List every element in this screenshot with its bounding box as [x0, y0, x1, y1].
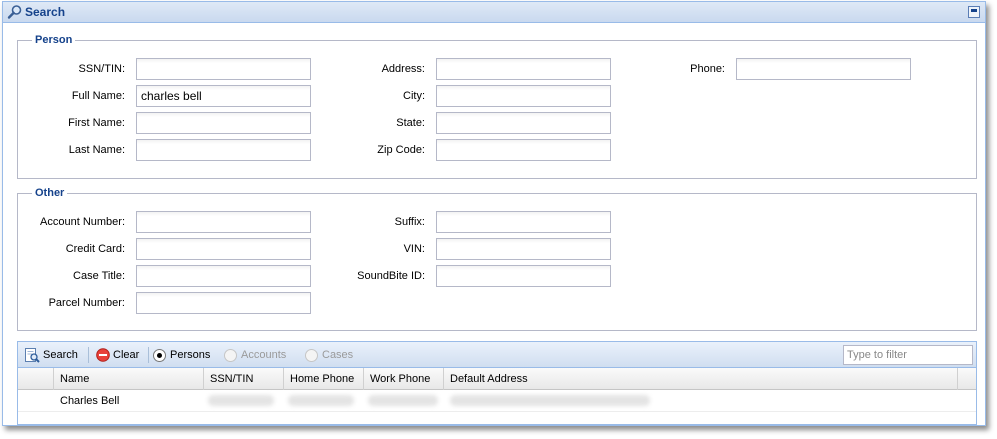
phone-label: Phone:	[690, 63, 725, 75]
results-grid: Search Clear Persons Accounts Cases Type…	[17, 341, 977, 425]
redacted-work-phone	[368, 395, 438, 406]
first-name-field[interactable]	[136, 112, 311, 134]
last-name-label: Last Name:	[68, 144, 125, 156]
account-number-label: Account Number:	[40, 216, 125, 228]
clear-button-label: Clear	[113, 349, 140, 361]
soundbite-id-field[interactable]	[436, 265, 611, 287]
search-panel: Search Person SSN/TIN: Full Name: First …	[2, 1, 986, 426]
filter-input[interactable]	[843, 345, 973, 365]
address-field[interactable]	[436, 58, 611, 80]
redacted-home-phone	[288, 395, 354, 406]
redacted-address	[450, 395, 650, 406]
toolbar-separator	[148, 347, 149, 363]
row-select-column[interactable]	[18, 368, 54, 390]
collapse-button[interactable]	[968, 6, 980, 18]
column-header-default-address[interactable]: Default Address	[444, 368, 958, 390]
credit-card-label: Credit Card:	[65, 243, 125, 255]
table-row[interactable]: Charles Bell	[18, 390, 976, 412]
clear-icon	[96, 348, 110, 362]
city-field[interactable]	[436, 85, 611, 107]
city-label: City:	[403, 90, 425, 102]
soundbite-id-label: SoundBite ID:	[357, 270, 425, 282]
parcel-number-label: Parcel Number:	[48, 297, 125, 309]
full-name-field[interactable]	[136, 85, 311, 107]
column-header-name[interactable]: Name	[54, 368, 204, 390]
first-name-label: First Name:	[68, 117, 125, 129]
search-button[interactable]: Search	[24, 347, 78, 363]
cases-radio-label: Cases	[322, 349, 354, 361]
case-title-label: Case Title:	[73, 270, 125, 282]
panel-header: Search	[3, 2, 985, 23]
credit-card-field[interactable]	[136, 238, 311, 260]
suffix-field[interactable]	[436, 211, 611, 233]
account-number-field[interactable]	[136, 211, 311, 233]
ssn-field[interactable]	[136, 58, 311, 80]
ssn-label: SSN/TIN:	[78, 63, 125, 75]
grid-toolbar: Search Clear Persons Accounts Cases Type…	[18, 342, 976, 368]
zip-code-field[interactable]	[436, 139, 611, 161]
suffix-label: Suffix:	[394, 216, 425, 228]
search-page-icon	[25, 348, 40, 363]
column-header-ssn[interactable]: SSN/TIN	[204, 368, 284, 390]
vin-field[interactable]	[436, 238, 611, 260]
persons-radio-label: Persons	[170, 349, 211, 361]
cases-radio-dot	[305, 348, 318, 362]
panel-title: Search	[25, 5, 66, 19]
row-name-cell: Charles Bell	[60, 395, 120, 407]
search-button-label: Search	[43, 349, 78, 361]
clear-button[interactable]: Clear	[96, 347, 139, 363]
accounts-radio-label: Accounts	[241, 349, 287, 361]
magnifier-icon	[7, 5, 22, 19]
redacted-ssn	[208, 395, 274, 406]
address-label: Address:	[381, 63, 425, 75]
case-title-field[interactable]	[136, 265, 311, 287]
accounts-radio[interactable]: Accounts	[224, 347, 286, 363]
person-legend: Person	[35, 34, 73, 46]
other-legend: Other	[35, 187, 65, 199]
accounts-radio-dot	[224, 348, 237, 362]
cases-radio[interactable]: Cases	[305, 347, 353, 363]
parcel-number-field[interactable]	[136, 292, 311, 314]
phone-field[interactable]	[736, 58, 911, 80]
zip-code-label: Zip Code:	[377, 144, 425, 156]
column-header-work-phone[interactable]: Work Phone	[364, 368, 444, 390]
last-name-field[interactable]	[136, 139, 311, 161]
persons-radio[interactable]: Persons	[153, 347, 210, 363]
vin-label: VIN:	[403, 243, 425, 255]
persons-radio-dot	[153, 348, 166, 362]
column-header-home-phone[interactable]: Home Phone	[284, 368, 364, 390]
grid-header: Name SSN/TIN Home Phone Work Phone Defau…	[18, 368, 976, 390]
full-name-label: Full Name:	[71, 90, 125, 102]
toolbar-separator	[88, 347, 89, 363]
state-label: State:	[396, 117, 425, 129]
state-field[interactable]	[436, 112, 611, 134]
